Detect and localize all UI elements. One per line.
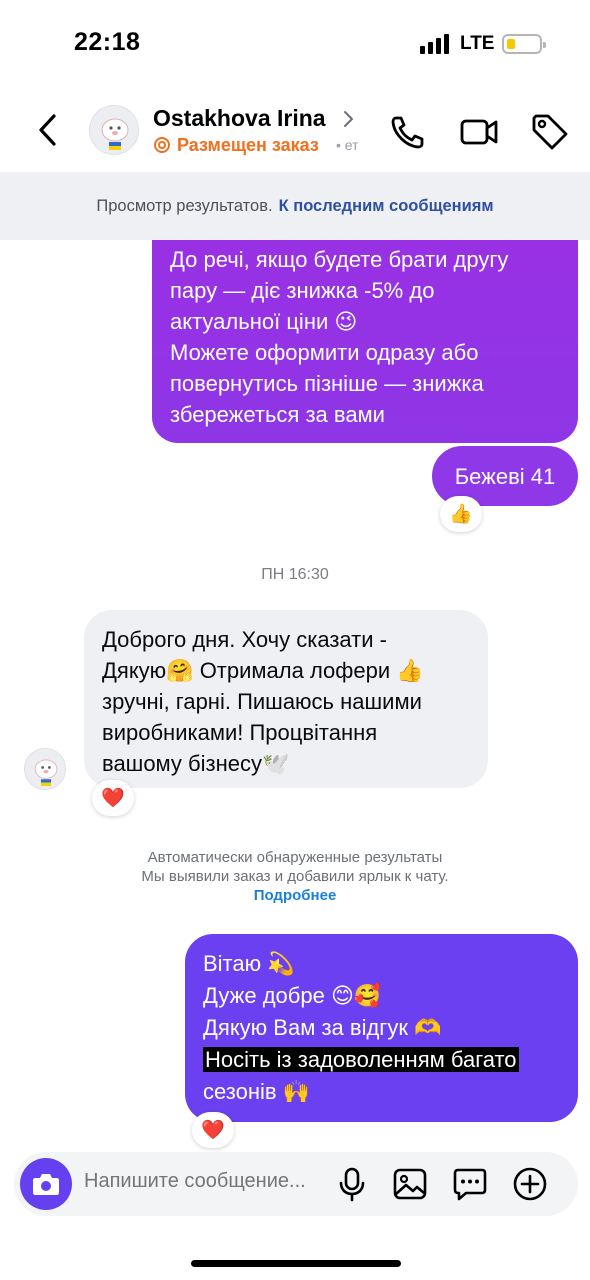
- status-bar: 22:18 LTE: [0, 0, 590, 88]
- sticker-chat-icon[interactable]: [452, 1166, 488, 1202]
- reaction-badge[interactable]: 👍: [440, 496, 482, 532]
- contact-name[interactable]: Ostakhova Irina: [153, 105, 326, 132]
- message-line: Можете оформити одразу або: [170, 340, 479, 365]
- message-line: зручні, гарні. Пишаюсь нашими: [102, 689, 422, 714]
- message-line: виробниками! Процвітання: [102, 720, 378, 745]
- outgoing-message[interactable]: Вітаю 💫 Дуже добре 😊🥰 Дякую Вам за відгу…: [185, 934, 578, 1122]
- highlighted-message-line: Носіть із задоволенням багато: [203, 1047, 519, 1072]
- tag-icon[interactable]: [530, 112, 570, 152]
- latest-messages-link[interactable]: К последним сообщениям: [279, 197, 494, 216]
- learn-more-link[interactable]: Подробнее: [0, 886, 590, 905]
- incoming-message[interactable]: Доброго дня. Хочу сказати - Дякую🤗 Отрим…: [84, 610, 488, 788]
- message-line: сезонів 🙌: [203, 1079, 311, 1104]
- message-line: Вітаю 💫: [203, 951, 295, 976]
- outgoing-message[interactable]: До речі, якщо будете брати другу пару — …: [152, 220, 578, 443]
- microphone-icon[interactable]: [334, 1166, 370, 1202]
- reaction-badge[interactable]: ❤️: [92, 780, 134, 816]
- message-line: Дуже добре 😊🥰: [203, 983, 382, 1008]
- thumbs-up-reaction: 👍: [449, 504, 473, 525]
- message-line: Доброго дня. Хочу сказати -: [102, 627, 387, 652]
- heart-reaction: ❤️: [201, 1120, 225, 1141]
- message-line: вашому бізнесу🕊️: [102, 751, 290, 776]
- network-type: LTE: [460, 33, 495, 54]
- chevron-right-icon[interactable]: [341, 109, 355, 129]
- notice-line: Мы выявили заказ и добавили ярлык к чату…: [141, 868, 449, 885]
- phone-icon[interactable]: [388, 112, 428, 152]
- plus-circle-icon[interactable]: [512, 1166, 548, 1202]
- battery-icon: [502, 34, 546, 54]
- order-badge-icon: [154, 137, 170, 153]
- message-line: пару — діє знижка -5% до: [170, 278, 435, 303]
- message-line: Бежеві 41: [454, 463, 556, 489]
- message-line: збережеться за вами: [170, 402, 385, 427]
- contact-avatar[interactable]: [89, 105, 139, 155]
- results-banner: Просмотр результатов. К последним сообще…: [0, 172, 590, 240]
- reaction-badge[interactable]: ❤️: [192, 1112, 234, 1148]
- message-line: Дякую🤗 Отримала лофери 👍: [102, 658, 424, 683]
- message-timestamp: ПН 16:30: [261, 566, 329, 583]
- message-line: До речі, якщо будете брати другу: [170, 247, 509, 272]
- heart-reaction: ❤️: [101, 788, 125, 809]
- message-input[interactable]: [84, 1170, 332, 1193]
- back-chevron-icon[interactable]: [30, 110, 66, 150]
- message-composer: [14, 1152, 578, 1216]
- order-extra-text: • ет: [336, 137, 359, 153]
- status-time: 22:18: [74, 28, 141, 56]
- message-line: Дякую Вам за відгук 🫶: [203, 1015, 442, 1040]
- order-status-label[interactable]: Размещен заказ: [177, 135, 319, 156]
- banner-text: Просмотр результатов.: [96, 196, 273, 215]
- chat-header: Ostakhova Irina Размещен заказ • ет: [0, 88, 590, 172]
- gallery-icon[interactable]: [392, 1166, 428, 1202]
- camera-icon: [33, 1174, 59, 1195]
- home-indicator: [191, 1260, 401, 1267]
- message-line: актуальної ціни 😉: [170, 309, 358, 334]
- auto-detected-notice: Автоматически обнаруженные результаты Мы…: [0, 848, 590, 905]
- message-line: повернутись пізніше — знижка: [170, 371, 484, 396]
- sender-avatar[interactable]: [24, 748, 66, 790]
- camera-button[interactable]: [20, 1158, 72, 1210]
- video-camera-icon[interactable]: [459, 112, 499, 152]
- signal-strength-icon: [420, 34, 449, 54]
- notice-line: Автоматически обнаруженные результаты: [147, 849, 443, 866]
